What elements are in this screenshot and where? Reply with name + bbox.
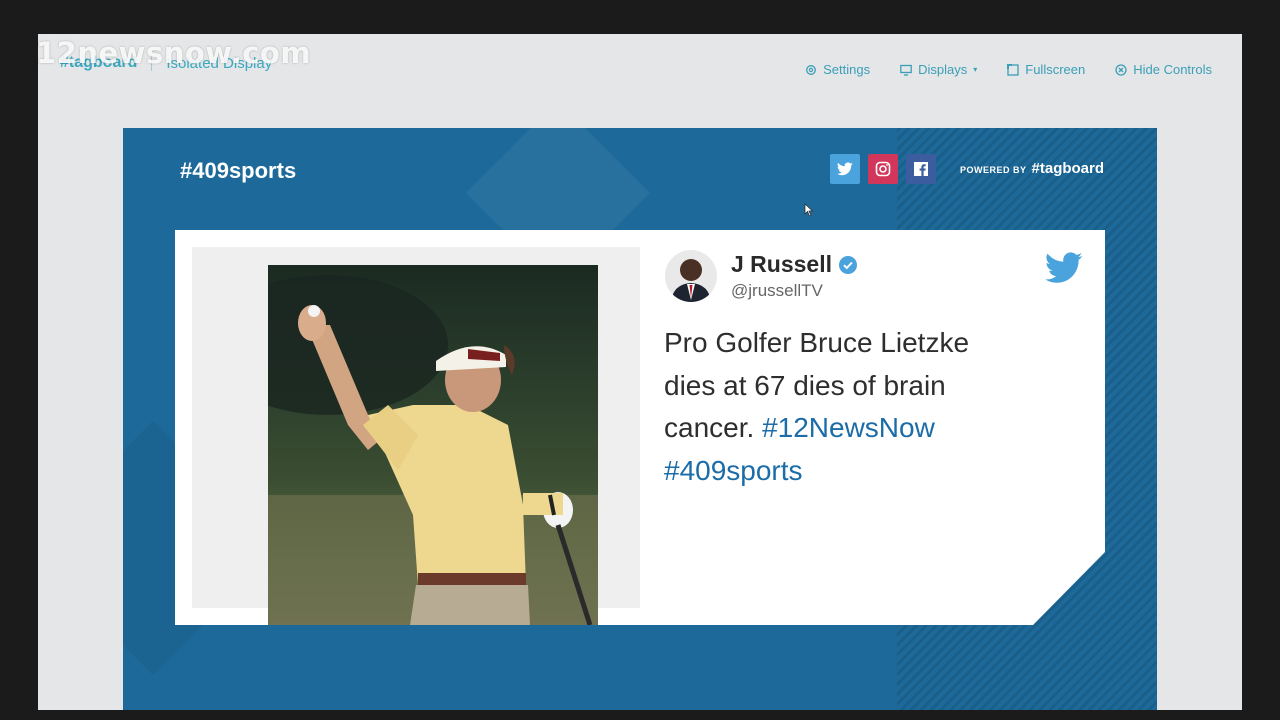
social-filters xyxy=(830,154,936,184)
station-watermark: 12newsnow.com xyxy=(36,36,312,70)
hashtag-link[interactable]: #12NewsNow xyxy=(762,412,935,443)
post-text: Pro Golfer Bruce Lietzke dies at 67 dies… xyxy=(664,322,1024,492)
instagram-filter-button[interactable] xyxy=(868,154,898,184)
golfer-illustration xyxy=(268,275,598,625)
verified-badge-icon xyxy=(839,255,857,274)
twitter-filter-button[interactable] xyxy=(830,154,860,184)
mouse-cursor-icon xyxy=(804,203,814,217)
hashtag-link[interactable]: #409sports xyxy=(664,455,803,486)
expand-icon xyxy=(1007,63,1019,76)
golfer-photo xyxy=(268,265,598,625)
fullscreen-button[interactable]: Fullscreen xyxy=(1007,62,1085,77)
twitter-source-icon xyxy=(1045,252,1083,289)
powered-by-tagboard: POWERED BY #tagboard xyxy=(960,160,1104,177)
fullscreen-label: Fullscreen xyxy=(1025,62,1086,77)
gear-icon xyxy=(806,64,817,75)
facebook-icon xyxy=(914,162,928,176)
close-circle-icon xyxy=(1115,63,1127,76)
browser-screen: #tagboard Isolated Display Settings Disp… xyxy=(38,34,1242,710)
settings-button[interactable]: Settings xyxy=(805,62,870,77)
displays-dropdown[interactable]: Displays ▾ xyxy=(900,62,977,77)
author-handle[interactable]: @jrussellTV xyxy=(731,281,858,301)
powered-by-text: POWERED BY xyxy=(960,165,1027,175)
display-hashtag: #409sports xyxy=(180,158,297,183)
author-name-row: J Russell xyxy=(731,251,858,278)
display-controls: Settings Displays ▾ Fullscreen Hide Cont… xyxy=(805,62,1212,77)
facebook-filter-button[interactable] xyxy=(906,154,936,184)
tagboard-display: #409sports POWERED BY #tagboard J Russel… xyxy=(123,128,1157,710)
hide-controls-button[interactable]: Hide Controls xyxy=(1115,62,1212,77)
twitter-icon xyxy=(837,162,853,176)
post-card[interactable]: J Russell @jrussellTV Pro Golfer Bruce L… xyxy=(175,230,1105,625)
caret-down-icon: ▾ xyxy=(973,65,978,74)
powered-by-logo: #tagboard xyxy=(1031,160,1105,177)
post-author: J Russell @jrussellTV xyxy=(665,250,858,302)
displays-label: Displays xyxy=(918,62,968,77)
avatar[interactable] xyxy=(665,250,717,302)
author-meta: J Russell @jrussellTV xyxy=(731,251,858,301)
post-media xyxy=(192,247,640,625)
avatar-illustration xyxy=(671,259,711,302)
settings-label: Settings xyxy=(823,62,871,77)
monitor-icon xyxy=(900,64,912,76)
hide-controls-label: Hide Controls xyxy=(1133,62,1212,77)
instagram-icon xyxy=(875,161,891,177)
author-name[interactable]: J Russell xyxy=(731,251,832,278)
